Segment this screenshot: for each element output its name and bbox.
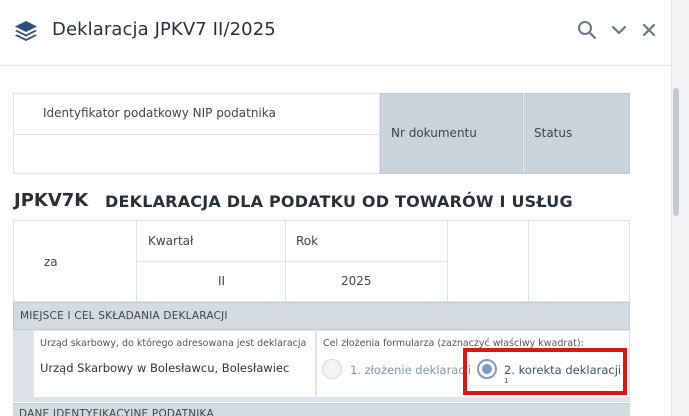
dialog-title: Deklaracja JPKV7 II/2025 (52, 19, 276, 40)
chevron-down-icon[interactable] (609, 20, 629, 40)
layers-icon (15, 21, 37, 41)
status-cell: Status (523, 93, 630, 174)
document-number-cell: Nr dokumentu (380, 93, 523, 174)
form-title: DEKLARACJA DLA PODATKU OD TOWARÓW I USŁU… (105, 192, 573, 211)
year-label: Rok (296, 234, 319, 248)
period-table: za Kwartał Rok II 2025 (13, 220, 630, 302)
period-za-label: za (44, 255, 58, 269)
section-title: MIEJSCE I CEL SKŁADANIA DEKLARACJI (20, 310, 228, 322)
year-value[interactable]: 2025 (341, 274, 372, 288)
tax-office-value: Urząd Skarbowy w Bolesławcu, Bolesławiec (40, 361, 290, 375)
search-icon[interactable] (577, 20, 597, 40)
radio-correction-text: 2. korekta deklaracji (504, 363, 622, 377)
tax-office-field[interactable]: Urząd skarbowy, do którego adresowana je… (33, 330, 316, 398)
dialog-header: Deklaracja JPKV7 II/2025 (0, 0, 671, 66)
status-label: Status (534, 126, 573, 140)
purpose-label: Cel złożenia formularza (zaznaczyć właśc… (323, 338, 584, 349)
period-row-divider (136, 261, 447, 262)
section-body: Urząd skarbowy, do którego adresowana je… (13, 330, 630, 402)
footnote-marker: 1 (504, 377, 509, 386)
scrollbar-thumb[interactable] (673, 88, 679, 216)
section-header-identification: DANE IDENTYFIKACYJNE PODATNIKA (13, 403, 630, 416)
period-divider (528, 221, 529, 301)
close-icon[interactable] (639, 20, 659, 40)
radio-submission-label: 1. złożenie deklaracji (350, 363, 472, 377)
tax-office-label: Urząd skarbowy, do którego adresowana je… (40, 338, 307, 349)
section-header-place-purpose: MIEJSCE I CEL SKŁADANIA DEKLARACJI (13, 302, 630, 330)
radio-correction-label: 2. korekta deklaracji 1 (504, 363, 629, 391)
section-title: DANE IDENTYFIKACYJNE PODATNIKA (19, 408, 214, 416)
document-number-label: Nr dokumentu (391, 126, 477, 140)
nip-divider (14, 134, 379, 135)
quarter-label: Kwartał (148, 234, 194, 248)
purpose-field: Cel złożenia formularza (zaznaczyć właśc… (316, 330, 630, 398)
radio-correction[interactable] (477, 359, 497, 379)
radio-selected-dot (482, 364, 492, 374)
radio-submission[interactable] (322, 359, 342, 379)
nip-field[interactable]: Identyfikator podatkowy NIP podatnika (13, 93, 380, 174)
nip-label: Identyfikator podatkowy NIP podatnika (43, 106, 276, 120)
form-code: JPKV7K (14, 190, 89, 211)
declaration-form: Identyfikator podatkowy NIP podatnika Nr… (0, 67, 671, 416)
quarter-value[interactable]: II (218, 274, 225, 288)
period-divider (447, 221, 448, 301)
